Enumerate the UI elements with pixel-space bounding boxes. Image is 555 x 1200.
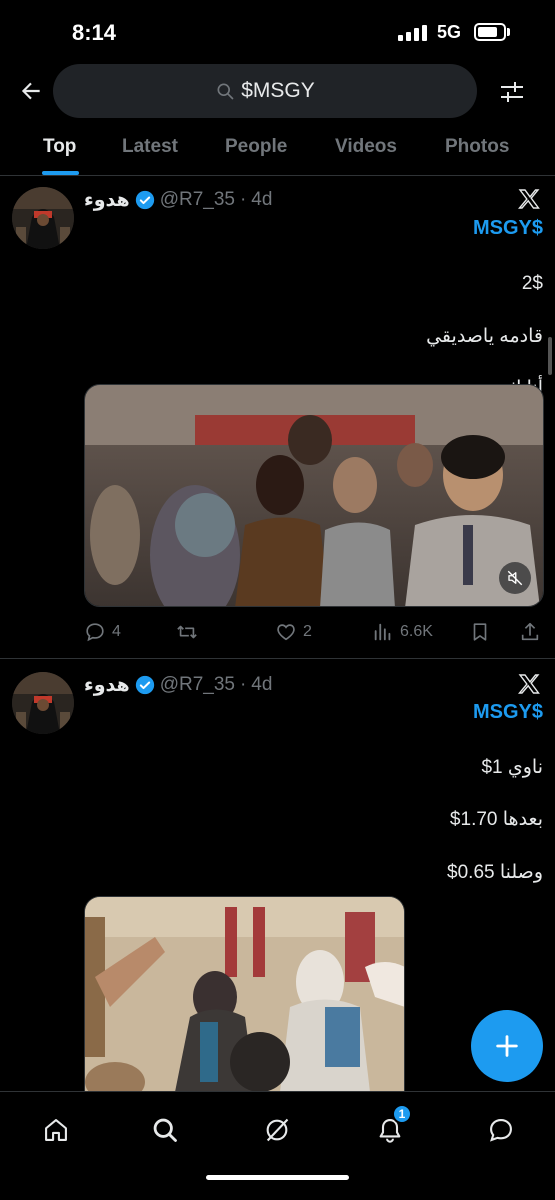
search-input[interactable]: $MSGY	[53, 64, 477, 118]
separator-dot: ·	[239, 674, 247, 695]
compose-post-button[interactable]	[471, 1010, 543, 1082]
status-bar: 8:14 5G	[0, 0, 555, 62]
separator-dot: ·	[239, 189, 247, 210]
battery-icon	[474, 23, 506, 41]
tab-latest[interactable]: Latest	[122, 136, 178, 158]
tweet[interactable]: هدوء @R7_35 · 4d $MSGY 2$ قادمه ياصديقي …	[0, 177, 555, 659]
search-tabs: Top Latest People Videos Photos	[0, 118, 555, 176]
nav-notifications[interactable]: 1	[370, 1104, 412, 1150]
back-button[interactable]	[14, 74, 48, 108]
like-count: 2	[303, 623, 312, 640]
avatar-image	[12, 187, 74, 249]
grok-icon	[266, 1118, 289, 1142]
speaker-muted-icon	[507, 570, 523, 586]
tweet-text-line: 2$	[521, 273, 543, 294]
tweet-cashtag: $MSGY	[473, 217, 543, 240]
avatar[interactable]	[12, 187, 74, 249]
nav-search[interactable]	[145, 1110, 185, 1150]
status-time: 8:14	[72, 20, 117, 45]
bottom-navigation: 1	[0, 1091, 555, 1200]
tab-videos[interactable]: Videos	[335, 136, 397, 158]
arrow-left-icon	[21, 82, 40, 100]
notification-badge: 1	[392, 1104, 412, 1124]
post-age: 4d	[251, 674, 273, 695]
user-handle[interactable]: @R7_35	[160, 674, 235, 696]
sliders-icon	[501, 82, 523, 102]
verified-badge-icon	[135, 190, 154, 210]
heart-icon	[277, 624, 295, 641]
video-frame	[85, 385, 543, 606]
messages-icon	[490, 1119, 512, 1142]
avatar-image	[12, 672, 74, 734]
views-button[interactable]: 6.6K	[372, 618, 433, 646]
share-icon	[521, 622, 539, 641]
network-type: 5G	[437, 22, 462, 42]
verified-badge-icon	[135, 675, 154, 695]
video-frame	[85, 897, 404, 1102]
cellular-signal-icon	[398, 25, 427, 41]
nav-grok[interactable]	[257, 1110, 297, 1150]
tweet-cashtag: $MSGY	[473, 701, 543, 724]
search-query: $MSGY	[241, 79, 315, 102]
scrollbar[interactable]	[548, 337, 552, 375]
bookmark-button[interactable]	[469, 618, 491, 646]
tweet-text-line: قادمه ياصديقي	[426, 326, 543, 347]
tweet-header: هدوء @R7_35 · 4d	[84, 672, 272, 698]
search-settings-button[interactable]	[494, 74, 530, 110]
nav-messages[interactable]	[481, 1110, 521, 1150]
reply-count: 4	[112, 623, 121, 640]
tweet-text-line: بعدها 1.70$	[449, 809, 543, 830]
tweet[interactable]: هدوء @R7_35 · 4d $MSGY ناوي 1$ بعدها 1.7…	[0, 660, 555, 1126]
tweet-text-line: ناوي 1$	[481, 757, 543, 778]
active-tab-indicator	[42, 171, 79, 175]
mute-toggle-button[interactable]	[499, 562, 531, 594]
reply-icon	[86, 623, 104, 642]
display-name[interactable]: هدوء	[84, 674, 130, 697]
tab-top[interactable]: Top	[43, 136, 76, 158]
plus-icon	[496, 1035, 518, 1057]
nav-home[interactable]	[36, 1110, 76, 1150]
tweet-video[interactable]	[84, 384, 544, 607]
search-icon	[153, 1118, 177, 1142]
tab-photos[interactable]: Photos	[445, 136, 509, 158]
cashtag-link[interactable]: $MSGY	[473, 701, 543, 723]
view-count: 6.6K	[400, 623, 433, 640]
x-logo-icon	[518, 189, 540, 209]
retweet-icon	[177, 625, 197, 639]
tweet-header: هدوء @R7_35 · 4d	[84, 187, 272, 213]
battery-tip	[507, 28, 510, 36]
home-icon	[45, 1119, 67, 1141]
retweet-button[interactable]	[176, 618, 204, 646]
home-indicator[interactable]	[206, 1175, 349, 1180]
tweet-text-line: وصلنا 0.65$	[447, 862, 543, 883]
tweet-actions: 4 2 6.6K	[84, 618, 544, 646]
tab-people[interactable]: People	[225, 136, 287, 158]
search-header: $MSGY	[0, 62, 555, 118]
search-icon	[217, 83, 234, 100]
analytics-icon	[374, 623, 391, 641]
share-button[interactable]	[519, 618, 541, 646]
x-logo-icon	[518, 674, 540, 694]
like-button[interactable]: 2	[275, 618, 312, 646]
user-handle[interactable]: @R7_35	[160, 189, 235, 211]
reply-button[interactable]: 4	[84, 618, 121, 646]
avatar[interactable]	[12, 672, 74, 734]
bookmark-icon	[473, 623, 487, 641]
post-age: 4d	[251, 189, 273, 210]
display-name[interactable]: هدوء	[84, 189, 130, 212]
cashtag-link[interactable]: $MSGY	[473, 217, 543, 239]
